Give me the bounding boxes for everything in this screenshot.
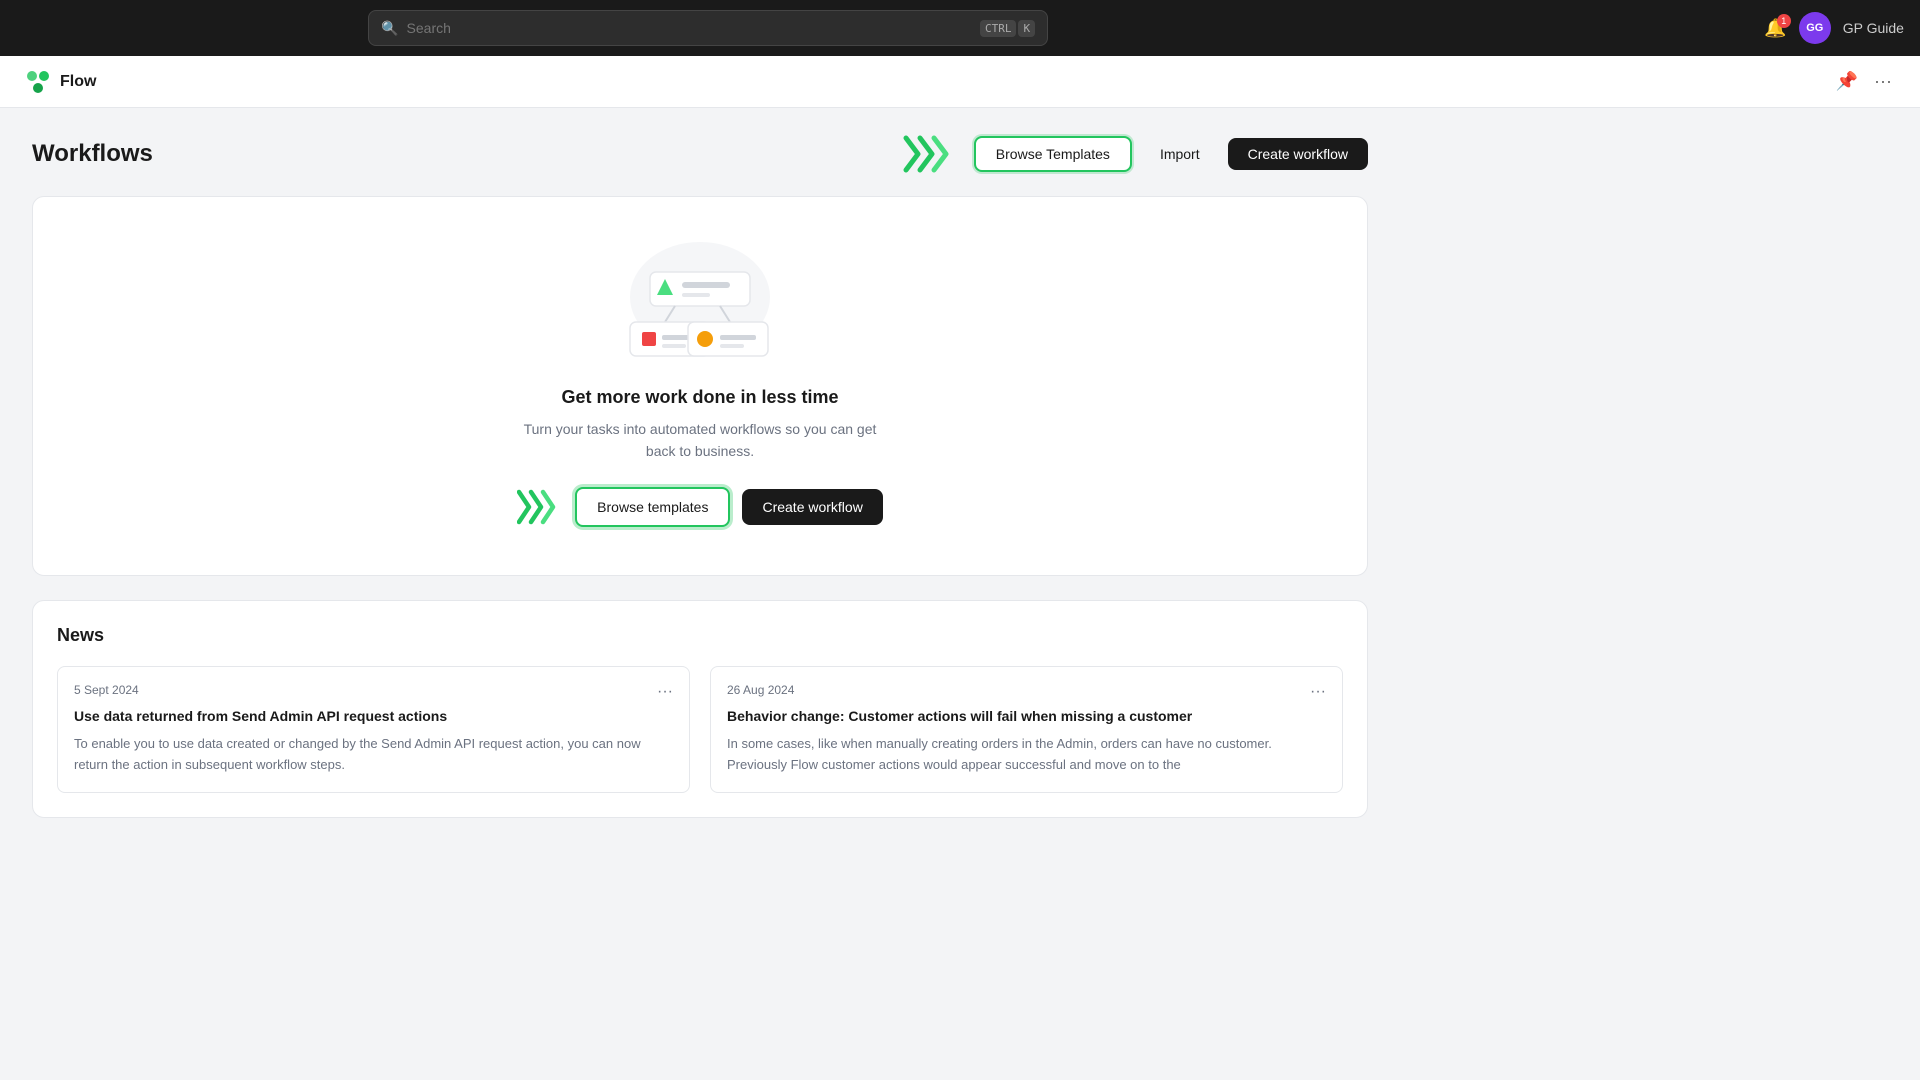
- news-card-2-body: In some cases, like when manually creati…: [727, 734, 1326, 776]
- top-navigation: 🔍 CTRL K 🔔 1 GG GP Guide: [0, 0, 1920, 56]
- news-card-2-more-button[interactable]: ···: [1310, 683, 1326, 701]
- search-icon: 🔍: [381, 20, 398, 37]
- news-card-2: 26 Aug 2024 Behavior change: Customer ac…: [710, 666, 1343, 793]
- news-card-1-meta: 5 Sept 2024 Use data returned from Send …: [74, 683, 455, 727]
- news-card-2-title: Behavior change: Customer actions will f…: [727, 707, 1200, 727]
- create-workflow-inline-button[interactable]: Create workflow: [742, 489, 882, 525]
- news-card-1-header: 5 Sept 2024 Use data returned from Send …: [74, 683, 673, 727]
- news-card-1: 5 Sept 2024 Use data returned from Send …: [57, 666, 690, 793]
- empty-state-actions: Browse templates Create workflow: [517, 487, 883, 527]
- small-chevrons-decoration: [517, 487, 563, 527]
- browse-templates-inline-button[interactable]: Browse templates: [575, 487, 730, 527]
- main-content: Workflows Browse Templates Import Create…: [0, 108, 1400, 842]
- chevrons-small-icon: [517, 487, 563, 527]
- chevrons-decoration: [902, 132, 958, 176]
- more-options-button[interactable]: ···: [1870, 67, 1896, 96]
- news-grid: 5 Sept 2024 Use data returned from Send …: [57, 666, 1343, 793]
- page-header-actions: 📌 ···: [1832, 67, 1896, 96]
- news-card-2-header: 26 Aug 2024 Behavior change: Customer ac…: [727, 683, 1326, 727]
- workflows-header: Workflows Browse Templates Import Create…: [32, 132, 1368, 176]
- news-card-2-meta: 26 Aug 2024 Behavior change: Customer ac…: [727, 683, 1200, 727]
- ctrl-key: CTRL: [980, 20, 1017, 37]
- search-input[interactable]: [407, 20, 972, 36]
- page-title: Workflows: [32, 140, 886, 168]
- nav-right: 🔔 1 GG GP Guide: [1764, 12, 1904, 44]
- avatar: GG: [1799, 12, 1831, 44]
- news-card-1-title: Use data returned from Send Admin API re…: [74, 707, 455, 727]
- news-title: News: [57, 625, 1343, 646]
- notification-button[interactable]: 🔔 1: [1764, 18, 1786, 39]
- news-section: News 5 Sept 2024 Use data returned from …: [32, 600, 1368, 818]
- flow-logo-icon: [24, 68, 52, 96]
- news-card-1-body: To enable you to use data created or cha…: [74, 734, 673, 776]
- chevrons-icon: [902, 132, 958, 176]
- empty-state-card: Get more work done in less time Turn you…: [32, 196, 1368, 576]
- create-workflow-button[interactable]: Create workflow: [1228, 138, 1368, 170]
- news-card-2-date: 26 Aug 2024: [727, 683, 1200, 697]
- app-title: Flow: [60, 73, 96, 91]
- pin-icon-button[interactable]: 📌: [1832, 67, 1862, 96]
- search-shortcut: CTRL K: [980, 20, 1035, 37]
- workflow-illustration: [600, 237, 800, 387]
- k-key: K: [1018, 20, 1035, 37]
- user-name: GP Guide: [1843, 20, 1904, 36]
- browse-templates-button[interactable]: Browse Templates: [974, 136, 1132, 172]
- page-header: Flow 📌 ···: [0, 56, 1920, 108]
- notification-badge: 1: [1777, 14, 1791, 28]
- empty-state-description: Turn your tasks into automated workflows…: [510, 418, 890, 463]
- import-button[interactable]: Import: [1148, 138, 1212, 170]
- search-bar[interactable]: 🔍 CTRL K: [368, 10, 1048, 46]
- news-card-1-date: 5 Sept 2024: [74, 683, 455, 697]
- empty-state-title: Get more work done in less time: [561, 387, 838, 408]
- news-card-1-more-button[interactable]: ···: [657, 683, 673, 701]
